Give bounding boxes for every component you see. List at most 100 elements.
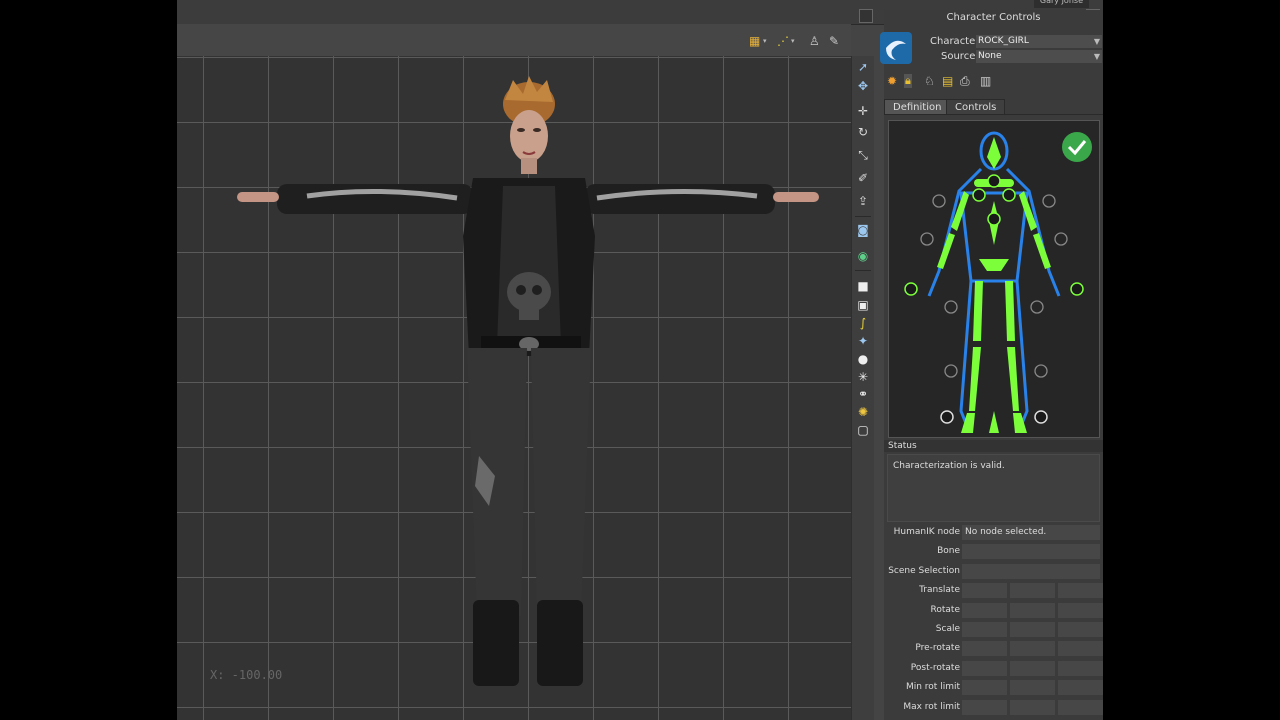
property-component-field[interactable] xyxy=(962,699,1007,715)
move-icon[interactable]: ✥ xyxy=(855,78,871,94)
property-component-field[interactable] xyxy=(962,622,1007,637)
tool-strip: ➚ ✥ ✛ ↻ ⤡ ✐ ⇪ ◙ ◉ ■ ▣ ∫ ✦ ● ✳ ⚭ ✺ ▢ xyxy=(851,56,874,720)
person-2d-icon[interactable]: ♙ xyxy=(809,34,820,48)
transform-icon[interactable]: ✛ xyxy=(855,103,871,119)
light-icon[interactable]: ✦ xyxy=(855,333,871,349)
chevron-down-icon: ▼ xyxy=(1093,37,1100,46)
source-select[interactable]: None ▼ xyxy=(976,50,1102,63)
property-component-field[interactable] xyxy=(1010,699,1055,715)
delete-icon[interactable]: ▥ xyxy=(980,74,991,88)
property-component-field[interactable] xyxy=(1010,622,1055,637)
property-component-field[interactable] xyxy=(1010,583,1055,599)
property-component-field[interactable] xyxy=(1010,660,1055,676)
property-component-field[interactable] xyxy=(1058,641,1103,657)
sphere-icon[interactable]: ● xyxy=(855,351,871,367)
property-value-field[interactable]: No node selected. xyxy=(962,525,1100,540)
property-row: Rotate xyxy=(884,602,1103,619)
property-label: Bone xyxy=(937,546,960,557)
select-arrow-icon[interactable]: ➚ xyxy=(855,59,871,75)
save-icon[interactable]: ⎙ xyxy=(960,74,970,89)
camera-icon[interactable]: ◙ xyxy=(855,222,871,238)
tab-definition[interactable]: Definition xyxy=(884,99,951,114)
rotate-icon[interactable]: ↻ xyxy=(855,124,871,140)
property-component-field[interactable] xyxy=(962,660,1007,676)
property-row: HumanIK node No node selected. xyxy=(884,524,1103,541)
property-component-field[interactable] xyxy=(1058,680,1103,696)
figure-icon[interactable]: ♘ xyxy=(924,74,935,88)
status-text: Characterization is valid. xyxy=(893,461,1005,471)
character-label: Character: xyxy=(930,36,983,47)
star-icon[interactable]: ✹ xyxy=(887,74,897,88)
character-select[interactable]: ROCK_GIRL ▼ xyxy=(976,35,1102,48)
property-row: Bone xyxy=(884,543,1103,560)
property-row: Translate xyxy=(884,582,1103,599)
source-label: Source: xyxy=(941,51,979,62)
character-value: ROCK_GIRL xyxy=(978,36,1029,46)
property-label: Translate xyxy=(919,585,960,596)
chevron-down-icon[interactable]: ▾ xyxy=(791,34,795,48)
property-row: Post-rotate xyxy=(884,660,1103,677)
character-model[interactable] xyxy=(177,56,851,720)
property-label: Rotate xyxy=(930,604,960,615)
export-icon[interactable]: ⇪ xyxy=(855,193,871,209)
globe-icon[interactable]: ◉ xyxy=(855,248,871,264)
character-controls-panel: Character Controls Character: ROCK_GIRL … xyxy=(880,10,1103,720)
viewport-toolbar: ▦ ▾ ⋰ ▾ ♙ ✎ xyxy=(177,24,851,56)
paint-icon[interactable]: ✐ xyxy=(855,170,871,186)
calendar-icon[interactable]: ▦ xyxy=(749,34,760,48)
property-component-field[interactable] xyxy=(1058,622,1103,637)
panel-pin-button[interactable] xyxy=(859,9,873,23)
property-component-field[interactable] xyxy=(962,680,1007,696)
property-row: Scale xyxy=(884,621,1103,638)
user-label: Gary Jonse xyxy=(1033,0,1089,8)
chevron-down-icon[interactable]: ▾ xyxy=(763,34,767,48)
property-label: Scene Selection xyxy=(888,565,960,576)
property-component-field[interactable] xyxy=(1010,641,1055,657)
cube-icon[interactable]: ■ xyxy=(855,278,871,294)
camera-link-icon[interactable]: ⚭ xyxy=(855,386,871,402)
property-component-field[interactable] xyxy=(962,641,1007,657)
curve-icon[interactable]: ⋰ xyxy=(777,34,789,48)
property-label: Max rot limit xyxy=(903,701,960,712)
brush-icon[interactable]: ✎ xyxy=(829,34,839,48)
tab-controls[interactable]: Controls xyxy=(946,99,1006,114)
property-value-field[interactable] xyxy=(962,563,1100,579)
3d-viewport[interactable]: X: -100.00 xyxy=(177,56,851,720)
property-row: Scene Selection xyxy=(884,563,1103,580)
property-component-field[interactable] xyxy=(1058,602,1103,618)
property-label: Min rot limit xyxy=(905,682,960,693)
property-component-field[interactable] xyxy=(1058,583,1103,599)
valid-check-icon xyxy=(1062,132,1092,162)
status-header: Status xyxy=(884,440,1103,452)
property-label: Post-rotate xyxy=(910,662,960,673)
property-row: Pre-rotate xyxy=(884,640,1103,657)
source-value: None xyxy=(978,51,1002,61)
folder-icon[interactable]: ▤ xyxy=(942,74,953,88)
property-component-field[interactable] xyxy=(962,602,1007,618)
property-component-field[interactable] xyxy=(1010,680,1055,696)
skeleton-icon[interactable]: ✳ xyxy=(855,369,871,385)
chevron-down-icon: ▼ xyxy=(1093,52,1100,61)
panel-title: Character Controls xyxy=(946,12,1041,23)
property-label: HumanIK node xyxy=(893,527,960,537)
sun-icon[interactable]: ✺ xyxy=(855,404,871,420)
property-row: Min rot limit xyxy=(884,679,1103,696)
lock-icon[interactable]: 🔒︎ xyxy=(904,74,912,88)
status-box: Characterization is valid. xyxy=(887,454,1100,522)
property-component-field[interactable] xyxy=(1010,602,1055,618)
curve-tool-icon[interactable]: ∫ xyxy=(855,315,871,331)
application-window: Gary Jonse ▦ ▾ ⋰ ▾ ♙ ✎ X: -100.00 ➚ ✥ ✛ … xyxy=(177,0,1103,720)
property-row: Max rot limit xyxy=(884,699,1103,716)
property-label: Pre-rotate xyxy=(915,643,960,654)
scale-icon[interactable]: ⤡ xyxy=(855,147,871,163)
property-component-field[interactable] xyxy=(1058,699,1103,715)
frame-icon[interactable]: ▢ xyxy=(855,422,871,438)
coordinate-readout: X: -100.00 xyxy=(210,668,283,682)
property-component-field[interactable] xyxy=(962,583,1007,599)
humanik-logo-icon xyxy=(880,32,912,64)
box-icon[interactable]: ▣ xyxy=(855,297,871,313)
property-component-field[interactable] xyxy=(1058,660,1103,676)
property-label: Scale xyxy=(935,624,960,634)
property-value-field[interactable] xyxy=(962,544,1100,560)
characterization-figure[interactable] xyxy=(888,120,1100,438)
